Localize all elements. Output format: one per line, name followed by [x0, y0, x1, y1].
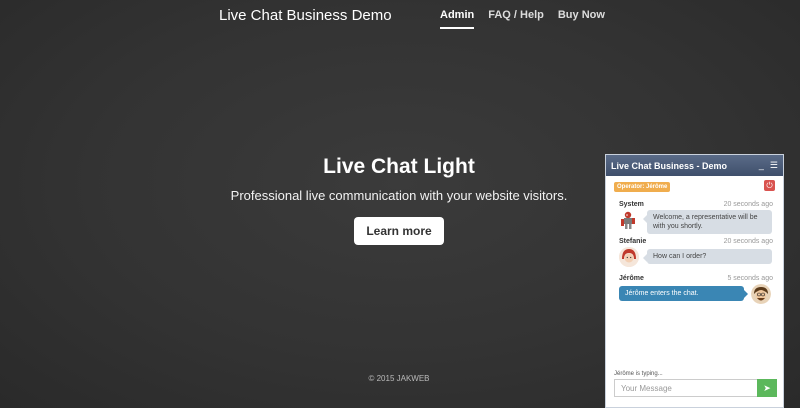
message-input-row: ➤: [614, 379, 777, 397]
typing-indicator: Jérôme is typing...: [614, 371, 663, 377]
nav-admin[interactable]: Admin: [440, 9, 475, 29]
avatar: [751, 284, 771, 304]
message-bubble: Welcome, a representative will be with y…: [643, 210, 772, 234]
message-sender: Jérôme: [619, 275, 644, 282]
message-time: 20 seconds ago: [723, 238, 773, 245]
learn-more-button[interactable]: Learn more: [354, 217, 444, 245]
message-sender: System: [619, 201, 644, 208]
power-icon[interactable]: ⏻: [764, 180, 775, 191]
message-bubble: Jérôme enters the chat.: [619, 286, 748, 301]
send-icon[interactable]: ➤: [757, 379, 777, 397]
message-time: 5 seconds ago: [727, 275, 773, 282]
operator-row: Operator: Jérôme ⏻: [606, 176, 783, 198]
brand-title[interactable]: Live Chat Business Demo: [219, 7, 392, 24]
chat-title: Live Chat Business - Demo: [611, 160, 728, 171]
message-input[interactable]: [614, 379, 757, 397]
message-sender: Stefanie: [619, 238, 647, 245]
top-navbar: Live Chat Business Demo Admin FAQ / Help…: [0, 0, 800, 34]
avatar: [619, 247, 639, 267]
message-time: 20 seconds ago: [723, 201, 773, 208]
message-bubble: How can I order?: [643, 249, 772, 264]
system-robot-icon: [619, 210, 639, 230]
hamburger-icon[interactable]: ☰: [770, 160, 778, 171]
nav-faq-help[interactable]: FAQ / Help: [488, 9, 544, 29]
chat-widget: Live Chat Business - Demo _ ☰ Operator: …: [605, 154, 784, 408]
chat-header: Live Chat Business - Demo _ ☰: [606, 155, 783, 176]
minimize-button[interactable]: _: [759, 160, 764, 171]
main-nav: Admin FAQ / Help Buy Now: [440, 9, 619, 29]
operator-badge: Operator: Jérôme: [614, 182, 671, 192]
nav-buy-now[interactable]: Buy Now: [558, 9, 605, 29]
